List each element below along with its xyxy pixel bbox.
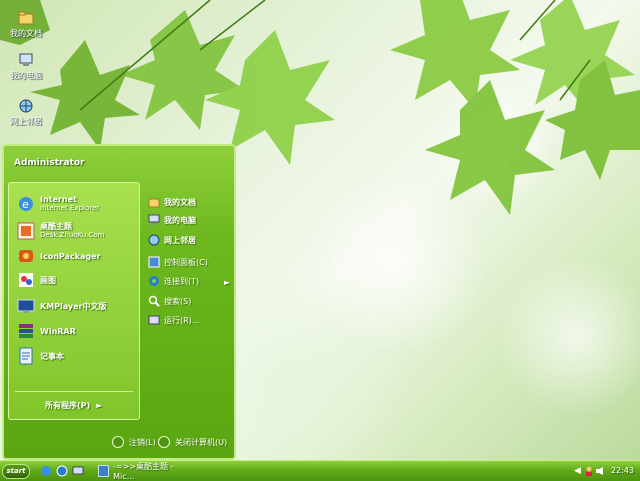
volume-icon[interactable] (595, 466, 603, 476)
desktop-icon[interactable] (72, 465, 84, 477)
program-label: 桌酷主题 Desk.ZhuoKu.Com (40, 222, 105, 239)
place-label: 网上邻居 (164, 235, 196, 245)
start-button[interactable]: start (2, 464, 30, 479)
connect-icon (149, 276, 159, 286)
desktop-icon-label: 我的电脑 (10, 71, 42, 80)
iconpackager-icon (19, 250, 33, 262)
globe-icon[interactable] (56, 465, 68, 477)
place-label: 控制面板(C) (164, 257, 208, 267)
taskbar-window-label: -=>>桌酷主题 - Mic... (113, 461, 174, 481)
arrow-right-icon: ► (96, 401, 103, 410)
program-winrar[interactable]: WinRAR (17, 320, 76, 342)
place-my-documents[interactable]: 我的文档 (148, 194, 196, 210)
ie-icon[interactable] (40, 465, 52, 477)
network-icon (148, 234, 160, 246)
place-control-panel[interactable]: 控制面板(C) (148, 254, 208, 270)
desktop-icon-my-documents[interactable]: 我的文档 (0, 10, 52, 39)
power-icon (158, 436, 170, 448)
all-programs-label: 所有程序(P) (45, 401, 91, 410)
place-run[interactable]: 运行(R)... (148, 312, 199, 328)
logoff-button[interactable]: 注销(L) (112, 436, 156, 448)
place-search[interactable]: 搜索(S) (148, 293, 191, 309)
start-menu-programs-panel: e Internet Internet Explorer 桌酷主题 Desk.Zhu… (8, 182, 140, 420)
arrow-right-icon: ► (224, 277, 231, 287)
desktop-icon-label: 网上邻居 (10, 117, 42, 126)
computer-icon (148, 214, 160, 225)
place-label: 搜索(S) (164, 296, 192, 306)
clock[interactable]: 22:43 (611, 466, 634, 475)
desktop-icon-network[interactable]: 网上邻居 (0, 98, 52, 127)
program-paint[interactable]: 画图 (17, 269, 56, 291)
system-tray: ◀ 22:43 (574, 462, 640, 479)
paint-icon (19, 273, 33, 287)
submenu-arrow: ► (224, 274, 230, 290)
folder-icon (18, 11, 34, 25)
control-panel-icon (148, 256, 160, 268)
place-label: 运行(R)... (164, 315, 200, 325)
place-label: 连接到(T) (164, 276, 200, 286)
program-label: KMPlayer中文版 (40, 301, 107, 311)
program-label: WinRAR (40, 326, 76, 336)
chevron-left-icon[interactable]: ◀ (574, 466, 582, 476)
program-label: IconPackager (40, 251, 101, 261)
logoff-label: 注销(L) (129, 437, 156, 447)
folder-icon (148, 198, 160, 208)
notepad-icon (19, 347, 33, 365)
taskbar: start -=>>桌酷主题 - Mic... ◀ 22:43 (0, 460, 640, 481)
place-connect[interactable]: 连接到(T) (148, 273, 199, 289)
place-my-computer[interactable]: 我的电脑 (148, 212, 196, 228)
place-label: 我的文档 (164, 197, 196, 207)
all-programs-button[interactable]: 所有程序(P) ► (45, 400, 102, 411)
search-icon (148, 295, 160, 307)
place-network[interactable]: 网上邻居 (148, 232, 196, 248)
program-kmplayer[interactable]: KMPlayer中文版 (17, 295, 107, 317)
place-label: 我的电脑 (164, 215, 196, 225)
logoff-icon (112, 436, 124, 448)
program-internet[interactable]: e Internet Internet Explorer (17, 193, 99, 215)
zhuoku-icon (17, 222, 35, 240)
program-notepad[interactable]: 记事本 (17, 345, 64, 367)
taskbar-window-button[interactable]: -=>>桌酷主题 - Mic... (98, 461, 190, 481)
network-icon (19, 99, 33, 113)
program-label: Internet Internet Explorer (40, 195, 100, 212)
svg-text:e: e (22, 198, 29, 211)
kmplayer-icon (17, 299, 35, 313)
divider (15, 391, 133, 392)
program-zhuoku[interactable]: 桌酷主题 Desk.ZhuoKu.Com (17, 220, 104, 242)
window-icon (98, 464, 110, 477)
start-menu-username: Administrator (14, 158, 85, 168)
ie-icon: e (19, 197, 33, 211)
computer-icon (19, 53, 33, 66)
desktop-icon-label: 我的文档 (10, 29, 42, 38)
program-label: 记事本 (40, 351, 64, 361)
user-icon[interactable] (584, 466, 593, 476)
program-iconpackager[interactable]: IconPackager (17, 245, 101, 267)
winrar-icon (19, 324, 33, 338)
shutdown-button[interactable]: 关闭计算机(U) (158, 436, 227, 448)
program-label: 画图 (40, 275, 56, 285)
desktop-icon-my-computer[interactable]: 我的电脑 (0, 52, 52, 81)
run-icon (148, 315, 160, 325)
start-menu: Administrator e Internet Internet Explore… (2, 144, 236, 460)
shutdown-label: 关闭计算机(U) (175, 437, 228, 447)
